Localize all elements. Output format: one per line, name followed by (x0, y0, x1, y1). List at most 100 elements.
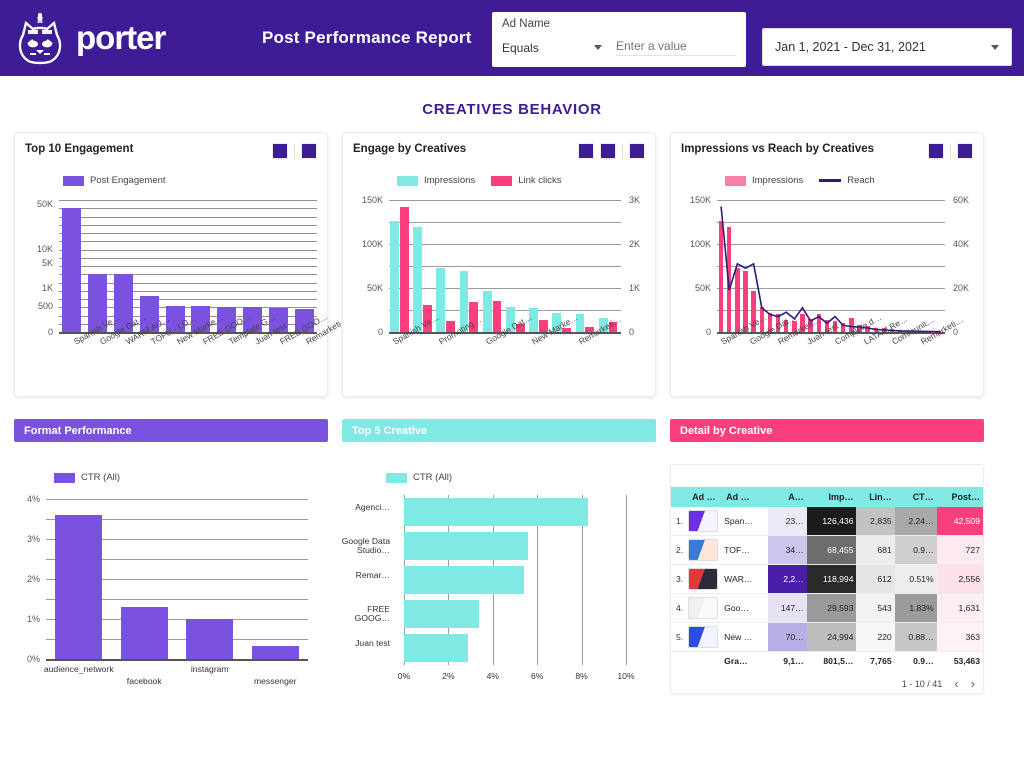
card-action-icon[interactable] (578, 143, 594, 159)
ad-thumbnail (686, 535, 721, 565)
panel-detail-by-creative: Detail by Creative Ad … Ad … A… Imp… Lin… CT…… (670, 419, 984, 754)
y-axis-tick: 500 (37, 300, 53, 311)
column-header[interactable]: Imp… (806, 487, 857, 507)
link-clicks-cell: 681 (856, 535, 895, 565)
card-title: Engage by Creatives (353, 143, 467, 155)
table-row[interactable]: 5. New … 70… 24,994 220 0.88… 363 (671, 622, 983, 652)
legend-item: Post Engagement (63, 175, 166, 186)
amount-cell: 34… (767, 535, 807, 565)
y-axis-tick: 50K (694, 283, 711, 293)
table-row[interactable]: 3. WAR… 2,2… 118,994 612 0.51% 2,556 (671, 564, 983, 594)
bar (413, 227, 422, 332)
legend-item: Impressions (397, 175, 475, 186)
y-axis-tick: 3% (26, 534, 40, 544)
y-axis-tick: 150K (689, 195, 711, 205)
y-axis-label: Agenci… (355, 502, 390, 512)
impressions-cell: 126,436 (806, 507, 857, 536)
table-row[interactable]: 1. Span… 23… 126,436 2,835 2.24… 42,509 (671, 507, 983, 536)
panel-title: Format Performance (14, 419, 328, 442)
card-action-icon[interactable] (928, 143, 944, 159)
x-axis-tick: 8% (575, 671, 588, 681)
detail-table: Ad … Ad … A… Imp… Lin… CT… Post… 1. Span… 23… 126… (671, 487, 983, 670)
table-row[interactable]: 2. TOF… 34… 68,455 681 0.9… 727 (671, 535, 983, 565)
y-axis-tick: 50K (366, 283, 383, 293)
app-header: porter Post Performance Report Ad Name E… (0, 0, 1024, 76)
legend-swatch (54, 472, 75, 483)
card-menu-icon[interactable] (629, 143, 645, 159)
legend-swatch (63, 175, 84, 186)
card-menu-icon[interactable] (301, 143, 317, 159)
post-engagement-cell: 42,509 (936, 507, 983, 536)
chevron-down-icon[interactable] (991, 44, 999, 50)
bar (482, 290, 492, 332)
panels-row-bottom: Format Performance CTR (All) 4% 3% 2% 1% 0% a… (0, 397, 1024, 754)
ad-name-filter[interactable]: Ad Name Equals (492, 12, 746, 67)
total-cell: 53,463 (953, 656, 980, 666)
card-menu-icon[interactable] (957, 143, 973, 159)
legend-swatch (491, 175, 513, 186)
legend-item: Impressions (725, 175, 803, 186)
panel-format-performance: Format Performance CTR (All) 4% 3% 2% 1% 0% a… (14, 419, 328, 754)
column-header[interactable]: Ad … (720, 487, 768, 507)
panel-title: Detail by Creative (670, 419, 984, 442)
ad-thumbnail (686, 622, 721, 652)
column-header[interactable]: Ad … (686, 487, 721, 507)
chevron-down-icon[interactable] (594, 45, 602, 50)
y-axis-tick: 0 (705, 327, 711, 337)
legend-label: Impressions (424, 175, 476, 186)
bar (390, 220, 399, 332)
ctr-cell: 1.83% (894, 593, 937, 623)
divider (950, 143, 951, 159)
thumbnail-image (688, 539, 719, 561)
chart-top-5-creative: Agenci… Google Data Studio… Remar… FREE GOO… (342, 489, 656, 704)
card-action-icon[interactable] (600, 143, 616, 159)
x-axis-tick: 10% (617, 671, 635, 681)
y-axis-tick-right: 60K (953, 195, 970, 205)
y-axis-tick: 2% (26, 574, 40, 584)
filter-operator-select[interactable]: Equals (502, 41, 594, 55)
thumbnail-image (688, 568, 719, 590)
unicorn-cat-logo-icon (18, 12, 62, 65)
y-axis-tick-right: 20K (953, 283, 970, 293)
column-header[interactable]: A… (767, 487, 807, 507)
bar (62, 208, 82, 332)
y-axis-tick: 10K (36, 243, 53, 254)
chevron-left-icon[interactable]: ‹ (954, 676, 958, 691)
table-header-row: Ad … Ad … A… Imp… Lin… CT… Post… (671, 487, 983, 507)
card-title: Top 10 Engagement (25, 143, 134, 155)
x-axis-tick: 2% (442, 671, 455, 681)
y-axis-tick-right: 3K (629, 195, 641, 205)
column-header[interactable] (671, 487, 687, 507)
table-row[interactable]: 4. Goo… 147… 29,593 543 1.83% 1,631 (671, 593, 983, 623)
amount-cell: 147… (767, 593, 807, 623)
column-header[interactable]: Post… (936, 487, 983, 507)
x-axis-label: facebook (126, 676, 162, 686)
ad-thumbnail (686, 593, 721, 623)
section-title: CREATIVES BEHAVIOR (422, 101, 602, 118)
impressions-cell: 68,455 (806, 535, 857, 565)
chevron-right-icon[interactable]: › (971, 676, 975, 691)
total-cell (686, 652, 720, 671)
legend-label: Link clicks (518, 175, 562, 186)
ad-thumbnail (686, 507, 721, 536)
ad-name-cell: TOF… (720, 535, 768, 565)
column-header[interactable]: Lin… (856, 487, 895, 507)
post-engagement-cell: 363 (936, 622, 983, 652)
column-header[interactable]: CT… (894, 487, 937, 507)
filter-value-input[interactable] (616, 39, 736, 56)
y-axis-tick: 1% (26, 614, 40, 624)
card-engage-by-creatives: Engage by Creatives Impressions Link cli… (342, 132, 656, 397)
x-axis-tick: 0% (397, 671, 411, 681)
legend-label: Post Engagement (90, 175, 166, 186)
total-cell (671, 652, 686, 671)
chart-format-performance: 4% 3% 2% 1% 0% audience_network facebook instag… (14, 489, 328, 704)
panel-top-5-creative: Top 5 Creative CTR (All) Agenci… Google D… (342, 419, 656, 754)
legend-label: Reach (847, 175, 875, 186)
card-action-icon[interactable] (272, 143, 288, 159)
charts-row-top: Top 10 Engagement Post Engagement 0 500 1K… (0, 118, 1024, 397)
legend-label: CTR (All) (81, 472, 121, 483)
ctr-cell: 0.51% (894, 564, 937, 594)
date-range-picker[interactable]: Jan 1, 2021 - Dec 31, 2021 (762, 28, 1012, 66)
panel-title: Top 5 Creative (342, 419, 656, 442)
post-engagement-cell: 727 (936, 535, 983, 565)
